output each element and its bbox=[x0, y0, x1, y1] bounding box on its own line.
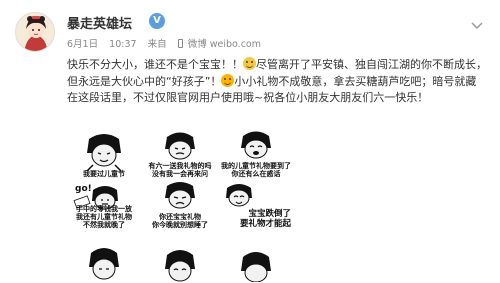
meme-caption: 我的儿童节礼物要到了 你还有么在惑话 bbox=[221, 162, 291, 178]
meme-caption: 宝宝跌倒了 要礼物才能起 bbox=[239, 209, 291, 229]
meme-caption: 你还宝宝礼物 你今晚就别想睡了 bbox=[152, 213, 208, 229]
post-text-segment-1: 快乐不分大小，谁还不是个宝宝！！ bbox=[67, 58, 243, 71]
phone-icon bbox=[177, 39, 183, 48]
chevron-down-icon[interactable] bbox=[470, 15, 484, 30]
image-grid: 我要过儿童节 有六一送我礼物的吗 没有我一会再来问 我的儿童节礼物要到了 你还有… bbox=[67, 131, 293, 283]
meme-image[interactable] bbox=[219, 233, 293, 282]
meme-image[interactable] bbox=[143, 233, 217, 282]
meme-image[interactable]: 有六一送我礼物的吗 没有我一会再来问 bbox=[143, 131, 217, 180]
avatar-image bbox=[16, 13, 54, 51]
meme-image[interactable]: 宝宝跌倒了 要礼物才能起 bbox=[219, 182, 293, 231]
meme-caption: 我要过儿童节 bbox=[83, 170, 125, 178]
weibo-post: 暴走英雄坛 V 6月1日 10:37 来自 微博 weibo.com 快乐不分大… bbox=[0, 0, 500, 283]
post-meta: 6月1日 10:37 来自 微博 weibo.com bbox=[67, 36, 261, 50]
avatar[interactable] bbox=[15, 12, 55, 52]
user-name[interactable]: 暴走英雄坛 bbox=[67, 13, 132, 32]
meme-image[interactable] bbox=[67, 233, 141, 282]
meme-image[interactable]: 我的儿童节礼物要到了 你还有么在惑话 bbox=[219, 131, 293, 180]
post-date[interactable]: 6月1日 bbox=[67, 36, 98, 50]
post-time[interactable]: 10:37 bbox=[109, 39, 136, 50]
source-prefix: 来自 bbox=[147, 39, 167, 50]
meme-image[interactable]: 我要过儿童节 bbox=[67, 131, 141, 180]
meme-caption: 有六一送我礼物的吗 没有我一会再来问 bbox=[148, 162, 212, 178]
post-text: 快乐不分大小，谁还不是个宝宝！！ 尽管离开了平安镇、独自闯江湖的你不断成长，但永远… bbox=[67, 57, 487, 107]
meme-caption: 手中的零钱我一放 我还有儿童节礼物 不然我就晚了 bbox=[76, 205, 132, 229]
laugh-emoji-icon bbox=[221, 73, 235, 87]
meme-image[interactable]: 你还宝宝礼物 你今晚就别想睡了 bbox=[143, 182, 217, 231]
post-source[interactable]: 微博 weibo.com bbox=[188, 36, 261, 50]
grin-emoji-icon bbox=[243, 57, 256, 70]
verified-icon: V bbox=[149, 13, 165, 29]
meme-image[interactable]: go! 手中的零钱我一放 我还有儿童节礼物 不然我就晚了 bbox=[67, 182, 141, 231]
